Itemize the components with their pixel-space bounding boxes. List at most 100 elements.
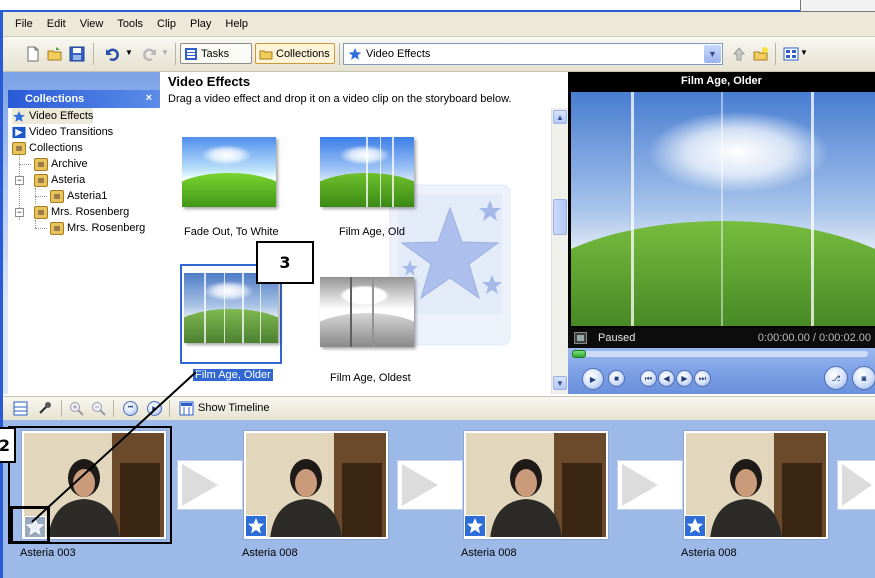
scroll-up-icon[interactable]: ▲	[553, 110, 567, 124]
toolbar-separator	[93, 43, 94, 65]
effects-scrollbar[interactable]: ▲ ▼	[551, 108, 568, 394]
menu-tools[interactable]: Tools	[110, 18, 150, 30]
scroll-down-icon[interactable]: ▼	[553, 376, 567, 390]
effect-badge-star-icon[interactable]	[464, 515, 486, 537]
close-icon[interactable]: ×	[146, 92, 152, 104]
scroll-thumb[interactable]	[553, 199, 567, 235]
effect-badge-star-icon[interactable]	[684, 515, 706, 537]
stop-button[interactable]: ■	[608, 370, 625, 387]
redo-icon[interactable]	[141, 46, 157, 62]
clip-label: Asteria 008	[242, 547, 298, 559]
undo-dropdown-icon[interactable]: ▼	[125, 48, 133, 57]
clip-label: Asteria 008	[461, 547, 517, 559]
forward-button[interactable]: ▶	[676, 370, 693, 387]
preview-status-bar: Paused 0:00:00.00 / 0:00:02.00	[568, 328, 875, 348]
next-frame-button[interactable]: ⏭	[694, 370, 711, 387]
collapse-icon[interactable]: −	[15, 176, 24, 185]
menu-edit[interactable]: Edit	[40, 18, 73, 30]
menu-help[interactable]: Help	[218, 18, 255, 30]
zoom-out-icon[interactable]	[91, 401, 106, 416]
rewind-button[interactable]: ◀	[658, 370, 675, 387]
effect-label[interactable]: Film Age, Old	[339, 226, 405, 238]
corner-box	[800, 0, 875, 12]
menu-file[interactable]: File	[8, 18, 40, 30]
seek-bar[interactable]	[572, 351, 868, 357]
tree-item-asteria[interactable]: Asteria	[34, 172, 85, 188]
redo-dropdown-icon[interactable]: ▼	[161, 48, 169, 57]
tree-connector	[35, 228, 47, 229]
zoom-in-icon[interactable]	[69, 401, 84, 416]
effect-badge-star-icon[interactable]	[245, 515, 267, 537]
preview-status-text: Paused	[598, 332, 636, 344]
tree-item-label: Mrs. Rosenberg	[67, 222, 146, 234]
new-project-icon[interactable]	[25, 46, 41, 62]
transition-slot[interactable]	[837, 460, 875, 510]
transition-slot[interactable]	[397, 460, 463, 510]
clip-label: Asteria 008	[681, 547, 737, 559]
effect-label[interactable]: Film Age, Oldest	[330, 372, 411, 384]
effect-label[interactable]: Fade Out, To White	[184, 226, 279, 238]
tree-item-label: Collections	[29, 142, 83, 154]
folder-icon	[34, 205, 48, 219]
tree-item-archive[interactable]: Archive	[34, 156, 88, 172]
tree-item-video-transitions[interactable]: Video Transitions	[12, 124, 113, 140]
play-storyboard-button[interactable]: ▶	[147, 401, 162, 416]
collapse-icon[interactable]: −	[15, 208, 24, 217]
star-icon	[13, 110, 25, 122]
microphone-icon[interactable]	[37, 401, 52, 416]
effect-thumbnail-film-age-oldest[interactable]	[320, 277, 414, 347]
tree-item-label: Video Effects	[29, 110, 94, 122]
rewind-storyboard-button[interactable]: ⏮	[123, 401, 138, 416]
collections-label: Collections	[276, 47, 330, 60]
save-project-icon[interactable]	[69, 46, 85, 62]
collection-combo[interactable]: Video Effects ▼	[343, 43, 723, 65]
clip-thumbnail	[246, 433, 386, 537]
undo-icon[interactable]	[105, 46, 121, 62]
tree-item-asteria1[interactable]: Asteria1	[50, 188, 107, 204]
tree-connector	[35, 220, 36, 228]
up-level-icon[interactable]	[731, 46, 747, 62]
views-dropdown-icon[interactable]: ▼	[800, 48, 808, 57]
fullscreen-icon[interactable]	[574, 332, 587, 344]
tree-item-mrs-rosenberg-sub[interactable]: Mrs. Rosenberg	[50, 220, 145, 236]
menu-play[interactable]: Play	[183, 18, 218, 30]
effect-thumbnail-fade-out[interactable]	[182, 137, 276, 207]
timeline-icon[interactable]	[179, 401, 194, 416]
tree-connector	[35, 196, 47, 197]
split-clip-button[interactable]: ⎇	[824, 366, 848, 390]
new-collection-folder-icon[interactable]	[753, 46, 769, 62]
transition-slot[interactable]	[617, 460, 683, 510]
take-picture-button[interactable]: ◙	[852, 366, 875, 390]
tree-item-label: Video Transitions	[29, 126, 114, 138]
narrate-timeline-icon[interactable]	[13, 401, 28, 416]
previous-frame-button[interactable]: ⏮	[640, 370, 657, 387]
tree-item-label: Archive	[51, 158, 88, 170]
preview-controls: ▶ ■ ⏮ ◀ ▶ ⏭ ⎇ ◙	[568, 348, 875, 394]
folder-icon	[50, 221, 64, 235]
toolbar-separator	[775, 43, 776, 65]
seek-knob[interactable]	[572, 350, 586, 358]
folder-icon	[34, 157, 48, 171]
play-button[interactable]: ▶	[582, 368, 604, 390]
combo-dropdown-icon[interactable]: ▼	[704, 45, 721, 63]
tree-item-mrs-rosenberg[interactable]: Mrs. Rosenberg	[34, 204, 129, 220]
menu-bar: File Edit View Tools Clip Play Help	[3, 12, 875, 37]
menu-view[interactable]: View	[73, 18, 111, 30]
tree-item-video-effects[interactable]: Video Effects	[12, 108, 94, 124]
preview-title: Film Age, Older	[681, 75, 762, 87]
views-icon[interactable]	[783, 46, 799, 62]
tasks-button[interactable]: Tasks	[180, 43, 252, 64]
show-timeline-label[interactable]: Show Timeline	[198, 402, 270, 414]
tree-item-collections[interactable]: Collections	[12, 140, 83, 156]
collections-button[interactable]: Collections	[255, 43, 335, 64]
menu-clip[interactable]: Clip	[150, 18, 183, 30]
open-project-icon[interactable]	[47, 46, 63, 62]
toolbar-separator	[113, 400, 114, 417]
transition-slot[interactable]	[177, 460, 243, 510]
star-icon	[348, 48, 362, 60]
effect-thumbnail-film-age-old[interactable]	[320, 137, 414, 207]
collections-header-title: Collections	[25, 93, 85, 105]
effects-title: Video Effects	[168, 74, 251, 89]
effect-label-selected[interactable]: Film Age, Older	[193, 369, 273, 381]
collections-tree: Video Effects Video Transitions Collecti…	[8, 108, 160, 394]
